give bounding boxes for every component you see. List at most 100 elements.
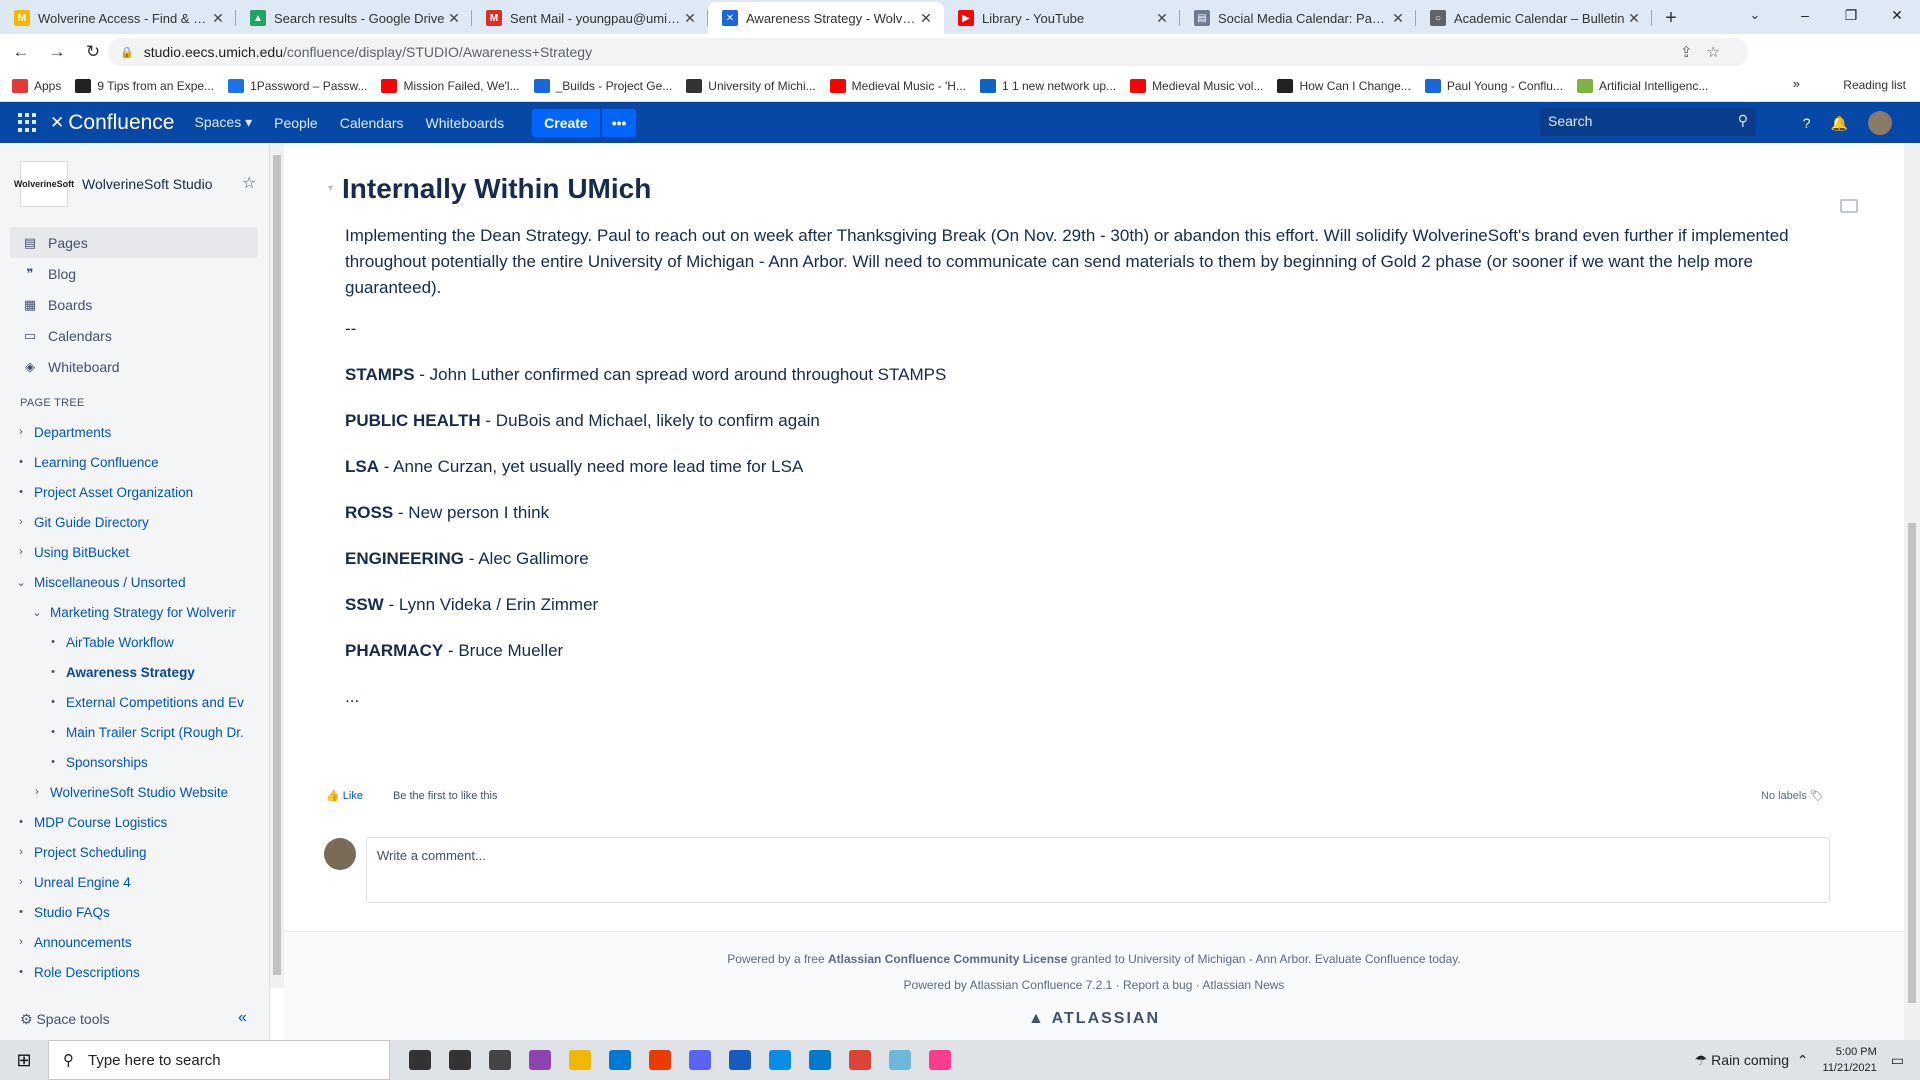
- cortana-icon[interactable]: [400, 1040, 440, 1080]
- tree-marker-icon[interactable]: ›: [14, 546, 28, 558]
- bookmark-item[interactable]: University of Michi...: [686, 78, 816, 93]
- browser-tab[interactable]: ▤ Social Media Calendar: Passwor ✕: [1180, 2, 1416, 34]
- footer-license-link[interactable]: Atlassian Confluence Community License: [828, 952, 1067, 966]
- nav-whiteboards[interactable]: Whiteboards: [426, 115, 505, 131]
- browser-tab[interactable]: M Sent Mail - youngpau@umich.e ✕: [472, 2, 708, 34]
- page-tree-item[interactable]: › Unreal Engine 4: [14, 867, 260, 897]
- bookmark-item[interactable]: 9 Tips from an Expe...: [75, 78, 214, 93]
- file-explorer-icon[interactable]: [560, 1040, 600, 1080]
- tree-marker-icon[interactable]: •: [46, 696, 60, 708]
- close-tab-icon[interactable]: ✕: [1626, 10, 1642, 27]
- sidebar-item-whiteboard[interactable]: ◈ Whiteboard: [10, 351, 258, 382]
- close-tab-icon[interactable]: ✕: [210, 10, 226, 27]
- page-tree-item[interactable]: • AirTable Workflow: [14, 627, 260, 657]
- nav-people[interactable]: People: [274, 115, 318, 131]
- close-tab-icon[interactable]: ✕: [446, 10, 462, 27]
- page-tree-item[interactable]: ⌄ Marketing Strategy for Wolverir: [14, 597, 260, 627]
- page-tree-item[interactable]: • Project Asset Organization: [14, 477, 260, 507]
- bookmarks-overflow-icon[interactable]: »: [1793, 76, 1800, 91]
- user-avatar[interactable]: [1868, 111, 1892, 135]
- page-tree-item[interactable]: • Studio FAQs: [14, 897, 260, 927]
- tree-item-label[interactable]: AirTable Workflow: [66, 635, 174, 650]
- create-button[interactable]: Create: [532, 108, 600, 137]
- bookmark-item[interactable]: How Can I Change...: [1277, 78, 1411, 93]
- discord-icon[interactable]: [680, 1040, 720, 1080]
- labels-status[interactable]: No labels 🏷: [1761, 789, 1824, 802]
- page-tree-item[interactable]: • Awareness Strategy: [14, 657, 260, 687]
- notes-icon[interactable]: [880, 1040, 920, 1080]
- weather-icon[interactable]: ☂: [1695, 1052, 1708, 1069]
- tree-marker-icon[interactable]: •: [46, 726, 60, 738]
- browser-tab[interactable]: ✕ Awareness Strategy - Wolverine ✕: [708, 2, 944, 34]
- tree-marker-icon[interactable]: •: [14, 966, 28, 978]
- tree-item-label[interactable]: Project Scheduling: [34, 845, 147, 860]
- word-icon[interactable]: [720, 1040, 760, 1080]
- page-tree-item[interactable]: › Git Guide Directory: [14, 507, 260, 537]
- page-outline-icon[interactable]: [1840, 199, 1858, 213]
- footer-links[interactable]: Powered by Atlassian Confluence 7.2.1 · …: [284, 978, 1904, 992]
- podcast-app-icon[interactable]: [520, 1040, 560, 1080]
- page-tree-item[interactable]: › Using BitBucket: [14, 537, 260, 567]
- tree-item-label[interactable]: MDP Course Logistics: [34, 815, 167, 830]
- page-tree-item[interactable]: • Role Descriptions: [14, 957, 260, 987]
- tree-item-label[interactable]: Project Asset Organization: [34, 485, 193, 500]
- forward-icon[interactable]: →: [42, 42, 72, 62]
- tree-marker-icon[interactable]: •: [46, 666, 60, 678]
- page-tree-item[interactable]: • MDP Course Logistics: [14, 807, 260, 837]
- tab-search-icon[interactable]: ⌄: [1740, 0, 1770, 30]
- nav-calendars[interactable]: Calendars: [340, 115, 404, 131]
- bookmark-item[interactable]: 1 1 new network up...: [979, 78, 1116, 93]
- page-tree-item[interactable]: › Announcements: [14, 927, 260, 957]
- bookmark-item[interactable]: _Builds - Project Ge...: [533, 78, 672, 93]
- bookmark-item[interactable]: 1Password – Passw...: [228, 78, 367, 93]
- close-tab-icon[interactable]: ✕: [1154, 10, 1170, 27]
- tree-item-label[interactable]: Role Descriptions: [34, 965, 140, 980]
- task-view-icon[interactable]: [440, 1040, 480, 1080]
- bookmark-item[interactable]: Mission Failed, We'l...: [381, 78, 520, 93]
- bookmark-item[interactable]: Artificial Intelligenc...: [1576, 78, 1708, 93]
- edge-icon[interactable]: [760, 1040, 800, 1080]
- nav-spaces[interactable]: Spaces ▾: [195, 114, 253, 131]
- sidebar-scrollbar[interactable]: [270, 143, 284, 988]
- comment-input[interactable]: Write a comment...: [366, 837, 1830, 903]
- tree-marker-icon[interactable]: •: [46, 756, 60, 768]
- tree-marker-icon[interactable]: •: [46, 636, 60, 648]
- heading-collapse-icon[interactable]: ▾: [328, 183, 333, 194]
- vscode-icon[interactable]: [800, 1040, 840, 1080]
- office-icon[interactable]: [640, 1040, 680, 1080]
- collapse-sidebar-icon[interactable]: «: [238, 1009, 247, 1027]
- browser-tab[interactable]: ○ Academic Calendar – Bulletin ✕: [1416, 2, 1652, 34]
- tree-item-label[interactable]: External Competitions and Ev: [66, 695, 244, 710]
- tree-marker-icon[interactable]: ⌄: [14, 576, 28, 589]
- weather-text[interactable]: Rain coming: [1711, 1052, 1789, 1068]
- tray-chevron-icon[interactable]: ⌃: [1797, 1052, 1809, 1069]
- tree-marker-icon[interactable]: •: [14, 486, 28, 498]
- space-logo[interactable]: WolverineSoft: [14, 161, 74, 207]
- tree-marker-icon[interactable]: ⌄: [30, 606, 44, 619]
- tree-marker-icon[interactable]: ›: [14, 876, 28, 888]
- close-tab-icon[interactable]: ✕: [918, 10, 934, 27]
- tree-item-label[interactable]: Main Trailer Script (Rough Dr.: [66, 725, 244, 740]
- notifications-icon[interactable]: 🔔: [1831, 115, 1848, 132]
- sidebar-item-blog[interactable]: ❞ Blog: [10, 258, 258, 289]
- help-icon[interactable]: ?: [1803, 115, 1811, 131]
- lock-icon[interactable]: 🔒: [120, 46, 134, 59]
- tree-marker-icon[interactable]: ›: [14, 516, 28, 528]
- reading-list-button[interactable]: Reading list: [1843, 78, 1906, 92]
- new-tab-button[interactable]: +: [1656, 4, 1686, 34]
- tree-item-label[interactable]: Studio FAQs: [34, 905, 110, 920]
- tree-item-label[interactable]: Using BitBucket: [34, 545, 129, 560]
- star-icon[interactable]: ☆: [242, 173, 256, 193]
- page-scroll-thumb[interactable]: [1908, 523, 1916, 1003]
- tree-marker-icon[interactable]: ›: [14, 426, 28, 438]
- clock[interactable]: 5:00 PM 11/21/2021: [1823, 1044, 1877, 1076]
- bookmark-item[interactable]: Medieval Music - 'H...: [829, 78, 966, 93]
- page-tree-item[interactable]: • Sponsorships: [14, 747, 260, 777]
- chrome-icon[interactable]: [840, 1040, 880, 1080]
- tree-item-label[interactable]: Sponsorships: [66, 755, 148, 770]
- minimize-icon[interactable]: –: [1782, 0, 1828, 32]
- page-tree-item[interactable]: › Project Scheduling: [14, 837, 260, 867]
- app-switcher-icon[interactable]: [18, 112, 38, 133]
- share-star-icons[interactable]: ⇪☆: [1680, 43, 1734, 61]
- bookmark-item[interactable]: Paul Young - Conflu...: [1424, 78, 1563, 93]
